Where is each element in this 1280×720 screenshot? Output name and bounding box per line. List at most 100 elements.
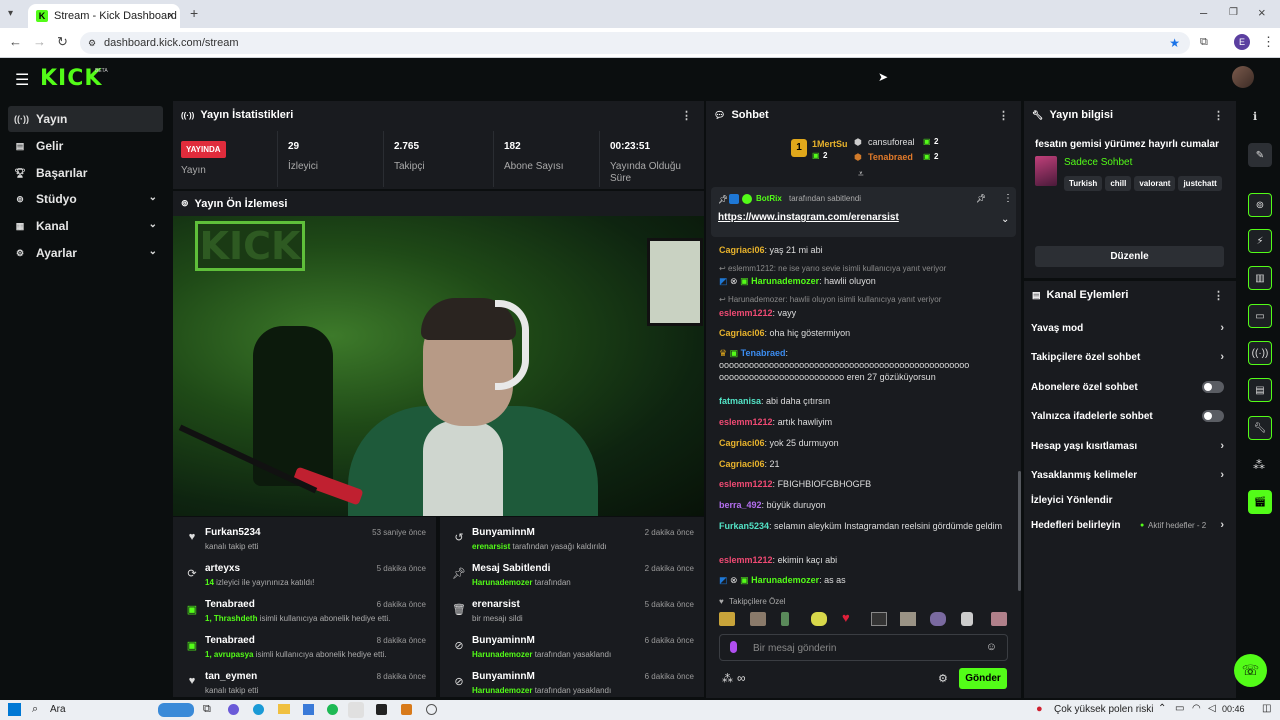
chat-user[interactable]: fatmanisa <box>719 396 761 406</box>
store-icon[interactable] <box>303 704 314 715</box>
action-host[interactable]: İzleyici Yönlendir <box>1031 490 1226 510</box>
user-avatar[interactable] <box>1232 66 1254 88</box>
wifi-icon[interactable]: ◠ <box>1192 703 1201 714</box>
emote[interactable]: ♥ <box>842 610 850 625</box>
infinity-icon[interactable]: ∞ <box>737 671 746 685</box>
tray-chevron-icon[interactable]: ⌃ <box>1158 703 1166 714</box>
actions-rail-icon[interactable]: ▤ <box>1248 378 1272 402</box>
support-chat-icon[interactable]: ☏ <box>1234 654 1267 687</box>
sidebar-item-achievements[interactable]: 🏆︎ Başarılar <box>8 160 163 186</box>
category-name[interactable]: Sadece Sohbet <box>1064 157 1132 168</box>
action-slow-mode[interactable]: Yavaş mod › <box>1031 318 1226 338</box>
search-icon[interactable]: ⌕ <box>32 703 38 716</box>
emote[interactable] <box>991 612 1007 626</box>
chat-user[interactable]: eslemm1212 <box>719 417 773 427</box>
feed-user[interactable]: Mesaj Sabitlendi <box>472 563 550 574</box>
stream-preview-video[interactable]: KICK <box>173 216 704 516</box>
taskbar-search-label[interactable]: Ara <box>50 704 66 715</box>
chat-user[interactable]: eslemm1212 <box>719 308 773 318</box>
emoji-icon[interactable]: ☺ <box>986 641 997 653</box>
app-icon[interactable] <box>228 704 239 715</box>
browser-tab[interactable]: K Stream - Kick Dashboard × <box>28 4 180 28</box>
network-icon[interactable]: ▭ <box>1175 703 1184 714</box>
mic-icon[interactable] <box>730 641 737 653</box>
tag[interactable]: chill <box>1105 176 1132 191</box>
more-options-icon[interactable]: ⋮ <box>1003 193 1013 204</box>
feed-user[interactable]: BunyaminnM <box>472 671 535 682</box>
tag[interactable]: justchatt <box>1178 176 1222 191</box>
leaderboard-user-1[interactable]: 1MertSu <box>812 139 848 149</box>
info-icon[interactable]: ℹ <box>1253 110 1257 123</box>
emote[interactable] <box>811 612 827 626</box>
more-options-icon[interactable]: ⋮ <box>1213 109 1224 122</box>
chat-scrollbar[interactable] <box>1018 471 1021 591</box>
spotify-icon[interactable] <box>327 704 338 715</box>
close-window-icon[interactable]: × <box>1258 6 1266 20</box>
kick-points-rail-icon[interactable]: ⁂ <box>1253 458 1265 472</box>
chat-input[interactable]: Bir mesaj gönderin ☺ <box>719 634 1008 661</box>
broadcast-rail-icon[interactable]: ((·)) <box>1248 341 1272 365</box>
clapperboard-icon[interactable]: 🎬︎ <box>1248 490 1272 514</box>
bookmark-star-icon[interactable]: ★ <box>1169 36 1180 50</box>
app-icon[interactable] <box>401 704 412 715</box>
chat-user[interactable]: Harunademozer <box>751 276 819 286</box>
reload-icon[interactable]: ↻ <box>57 35 68 49</box>
emote[interactable] <box>719 612 735 626</box>
chat-user[interactable]: eslemm1212 <box>719 555 773 565</box>
unpin-icon[interactable]: 📌︎ <box>976 194 986 203</box>
weather-text[interactable]: Çok yüksek polen riski <box>1054 704 1153 715</box>
kick-logo[interactable]: KICK <box>40 66 102 91</box>
preview-rail-icon[interactable]: ⊚ <box>1248 193 1272 217</box>
emote[interactable] <box>900 612 916 626</box>
volume-icon[interactable]: ◁ <box>1208 703 1216 714</box>
forward-icon[interactable]: → <box>33 35 46 49</box>
wrench-rail-icon[interactable]: 🔧︎ <box>1248 416 1272 440</box>
chat-user[interactable]: Cagriaci06 <box>719 245 765 255</box>
chat-user[interactable]: Cagriaci06 <box>719 438 765 448</box>
clock-text[interactable]: 00:46 <box>1222 704 1245 714</box>
tab-list-icon[interactable]: ▾ <box>8 7 13 21</box>
chat-settings-icon[interactable]: ⚙ <box>938 672 948 685</box>
sidebar-item-studio[interactable]: ⊚ Stüdyo ⌄ <box>8 186 163 212</box>
leaderboard-user-2[interactable]: cansuforeal <box>868 137 915 147</box>
action-banned-words[interactable]: Yasaklanmış kelimeler › <box>1031 465 1226 485</box>
notification-icon[interactable]: ◫ <box>1262 703 1271 714</box>
pinned-by-user[interactable]: BotRix <box>756 194 782 203</box>
app-icon[interactable] <box>376 704 387 715</box>
new-tab-icon[interactable]: + <box>190 6 198 20</box>
leaderboard-user-3[interactable]: Tenabraed <box>868 152 913 162</box>
chat-user[interactable]: Tenabraed <box>741 348 786 358</box>
profile-avatar[interactable]: E <box>1234 34 1250 50</box>
more-options-icon[interactable]: ⋮ <box>998 109 1009 122</box>
edge-icon[interactable] <box>253 704 264 715</box>
tag[interactable]: Turkish <box>1064 176 1103 191</box>
hamburger-menu-icon[interactable]: ☰ <box>15 70 29 90</box>
chat-user[interactable]: Furkan5234 <box>719 521 769 531</box>
chat-rail-icon[interactable]: ▭ <box>1248 304 1272 328</box>
emote[interactable] <box>961 612 973 626</box>
feed-user[interactable]: BunyaminnM <box>472 635 535 646</box>
feed-user[interactable]: Furkan5234 <box>205 527 261 538</box>
action-account-age[interactable]: Hesap yaşı kısıtlaması › <box>1031 436 1226 456</box>
pinned-link[interactable]: https://www.instagram.com/erenarsist <box>718 212 899 223</box>
feed-user[interactable]: tan_eymen <box>205 671 257 682</box>
extensions-icon[interactable]: ⧉ <box>1200 35 1208 49</box>
edit-pencil-icon[interactable]: ✎ <box>1248 143 1272 167</box>
feed-user[interactable]: arteyxs <box>205 563 240 574</box>
tag[interactable]: valorant <box>1134 176 1176 191</box>
emote[interactable] <box>750 612 766 626</box>
sidebar-item-channel[interactable]: ▦ Kanal ⌄ <box>8 213 163 239</box>
send-button[interactable]: Gönder <box>959 668 1007 689</box>
chat-user[interactable]: Cagriaci06 <box>719 328 765 338</box>
edit-button[interactable]: Düzenle <box>1035 246 1224 267</box>
emotes-only-toggle[interactable] <box>1202 410 1224 422</box>
action-followers-only[interactable]: Takipçilere özel sohbet › <box>1031 347 1226 367</box>
restore-icon[interactable]: ❐ <box>1229 6 1238 20</box>
folder-icon[interactable] <box>278 704 290 714</box>
lightning-icon[interactable]: ⚡︎ <box>1248 229 1272 253</box>
site-info-icon[interactable]: ⚙ <box>88 38 96 49</box>
sidebar-item-revenue[interactable]: ▤ Gelir <box>8 133 163 159</box>
more-options-icon[interactable]: ⋮ <box>681 109 692 122</box>
chevron-down-icon[interactable]: ⌄ <box>1001 214 1009 225</box>
feed-user[interactable]: erenarsist <box>472 599 520 610</box>
